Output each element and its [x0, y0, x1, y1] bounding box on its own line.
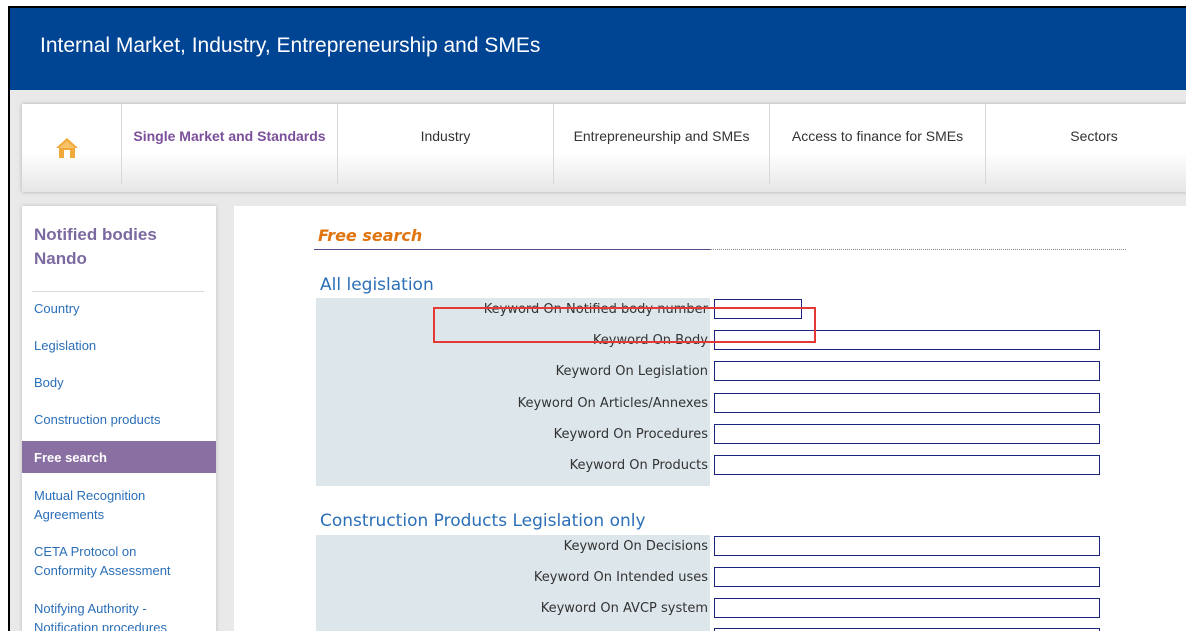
products-input[interactable] — [714, 455, 1100, 475]
form-label: Keyword On Products — [569, 458, 708, 473]
form-label: Keyword On AVCP system — [540, 601, 708, 616]
legislation-input[interactable] — [714, 361, 1100, 381]
form-row-intended-uses: Keyword On Intended uses — [316, 567, 1116, 589]
sidebar-item-construction-products[interactable]: Construction products — [22, 410, 216, 429]
form-row-articles-annexes: Keyword On Articles/Annexes — [316, 393, 1116, 415]
home-icon — [56, 138, 78, 158]
decisions-input[interactable] — [714, 536, 1100, 556]
notified-body-number-input[interactable] — [714, 299, 802, 319]
sidebar-item-notifying-authority[interactable]: Notifying Authority - Notification proce… — [22, 599, 192, 631]
form-label: Keyword On Procedures — [553, 427, 708, 442]
sidebar-item-ceta-protocol[interactable]: CETA Protocol on Conformity Assessment — [22, 542, 192, 580]
section-heading-construction-products: Construction Products Legislation only — [320, 511, 646, 531]
form-label: Keyword On Articles/Annexes — [517, 396, 708, 411]
form-row-notified-body-number: Keyword On Notified body number — [316, 299, 1116, 321]
form-row-decisions: Keyword On Decisions — [316, 536, 1116, 558]
form-row-body: Keyword On Body — [316, 330, 1116, 352]
articles-annexes-input[interactable] — [714, 393, 1100, 413]
main-content: Free search All legislation Keyword On N… — [234, 206, 1186, 631]
form-label: Keyword On Notified body number — [483, 302, 708, 317]
sidebar-divider — [32, 291, 204, 292]
title-underline — [314, 249, 710, 250]
form-label: Keyword On Legislation — [555, 364, 708, 379]
site-title: Internal Market, Industry, Entrepreneurs… — [40, 34, 541, 57]
nav-item-industry[interactable]: Industry — [338, 104, 554, 184]
body-input[interactable] — [714, 330, 1100, 350]
main-navigation: Single Market and Standards Industry Ent… — [22, 104, 1186, 192]
avcp-system-input[interactable] — [714, 598, 1100, 618]
nav-item-entrepreneurship[interactable]: Entrepreneurship and SMEs — [554, 104, 770, 184]
form-row-avcp-system: Keyword On AVCP system — [316, 598, 1116, 620]
page-title: Free search — [318, 226, 423, 245]
intended-uses-input[interactable] — [714, 567, 1100, 587]
form-row-products: Keyword On Products — [316, 455, 1116, 477]
nav-item-access-to-finance[interactable]: Access to finance for SMEs — [770, 104, 986, 184]
title-dotted-line — [710, 249, 1126, 250]
sidebar-item-body[interactable]: Body — [22, 373, 216, 392]
sidebar-title: Notified bodies Nando — [34, 225, 157, 268]
form-label: Keyword On Body — [592, 333, 708, 348]
form-row-procedures: Keyword On Procedures — [316, 424, 1116, 446]
nav-home-button[interactable] — [22, 104, 122, 184]
nav-item-sectors[interactable]: Sectors — [986, 104, 1186, 184]
procedures-input[interactable] — [714, 424, 1100, 444]
site-banner: Internal Market, Industry, Entrepreneurs… — [10, 8, 1186, 90]
sidebar: Notified bodies Nando Country Legislatio… — [22, 206, 216, 631]
sidebar-item-legislation[interactable]: Legislation — [22, 336, 216, 355]
section-heading-all-legislation: All legislation — [320, 275, 434, 295]
form-row-legislation: Keyword On Legislation — [316, 361, 1116, 383]
sidebar-item-country[interactable]: Country — [22, 299, 216, 318]
sidebar-item-free-search[interactable]: Free search — [22, 441, 216, 473]
form-label: Keyword On Decisions — [563, 539, 708, 554]
sidebar-item-mutual-recognition[interactable]: Mutual Recognition Agreements — [22, 486, 182, 524]
page-frame: Internal Market, Industry, Entrepreneurs… — [8, 6, 1186, 631]
nav-item-single-market[interactable]: Single Market and Standards — [122, 104, 338, 184]
form-label: Keyword On Intended uses — [533, 570, 708, 585]
